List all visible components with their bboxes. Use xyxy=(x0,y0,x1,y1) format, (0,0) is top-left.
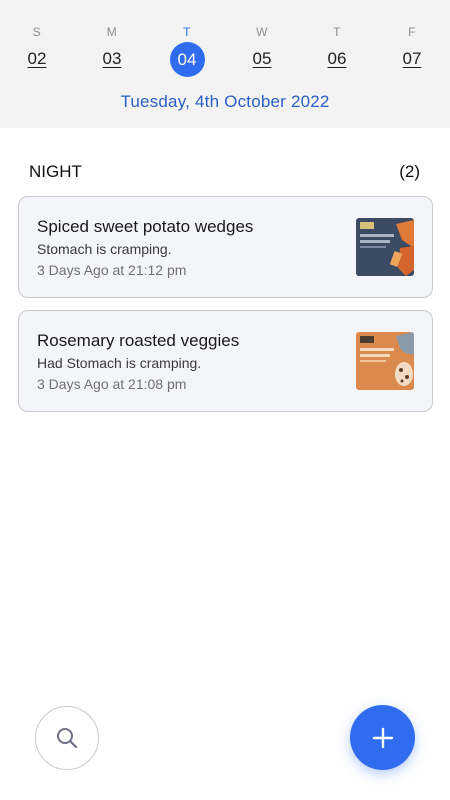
selected-date-label: Tuesday, 4th October 2022 xyxy=(120,92,330,111)
day-letter: F xyxy=(408,25,416,39)
section-title: NIGHT xyxy=(29,162,82,181)
day-sunday[interactable]: S 02 xyxy=(7,18,67,88)
day-number: 02 xyxy=(27,49,47,68)
day-number: 04 xyxy=(169,42,205,77)
section-header: NIGHT (2) xyxy=(29,162,420,184)
entry-title: Spiced sweet potato wedges xyxy=(37,217,254,236)
day-letter: T xyxy=(333,25,341,39)
day-number: 05 xyxy=(252,49,272,68)
entry-timestamp: 3 Days Ago at 21:12 pm xyxy=(37,262,187,278)
day-number: 07 xyxy=(402,49,422,68)
day-wednesday[interactable]: W 05 xyxy=(232,18,292,88)
day-letter: S xyxy=(32,25,42,39)
entry-description: Stomach is cramping. xyxy=(37,241,172,257)
entry-title: Rosemary roasted veggies xyxy=(37,331,240,350)
day-thursday[interactable]: T 06 xyxy=(307,18,367,88)
add-entry-button[interactable] xyxy=(350,705,415,770)
meal-thumbnail xyxy=(356,218,414,276)
day-letter: M xyxy=(106,25,118,39)
search-icon xyxy=(57,728,78,749)
entry-description: Had Stomach is cramping. xyxy=(37,355,202,371)
search-button[interactable] xyxy=(35,706,99,770)
day-number: 03 xyxy=(102,49,122,68)
day-number: 06 xyxy=(327,49,347,68)
meal-entry-card[interactable]: Spiced sweet potato wedges Stomach is cr… xyxy=(18,196,433,298)
day-letter: W xyxy=(256,25,268,39)
week-calendar: S 02 M 03 T 04 W 05 T 06 F 07 Tuesday, 4… xyxy=(0,0,450,128)
day-monday[interactable]: M 03 xyxy=(82,18,142,88)
day-tuesday-selected[interactable]: T 04 xyxy=(157,18,217,88)
meal-entry-card[interactable]: Rosemary roasted veggies Had Stomach is … xyxy=(18,310,433,412)
entry-timestamp: 3 Days Ago at 21:08 pm xyxy=(37,376,187,392)
meal-thumbnail xyxy=(356,332,414,390)
section-count: (2) xyxy=(399,162,420,181)
week-strip: S 02 M 03 T 04 W 05 T 06 F 07 xyxy=(0,0,450,90)
day-friday[interactable]: F 07 xyxy=(382,18,442,88)
plus-icon xyxy=(372,727,393,748)
